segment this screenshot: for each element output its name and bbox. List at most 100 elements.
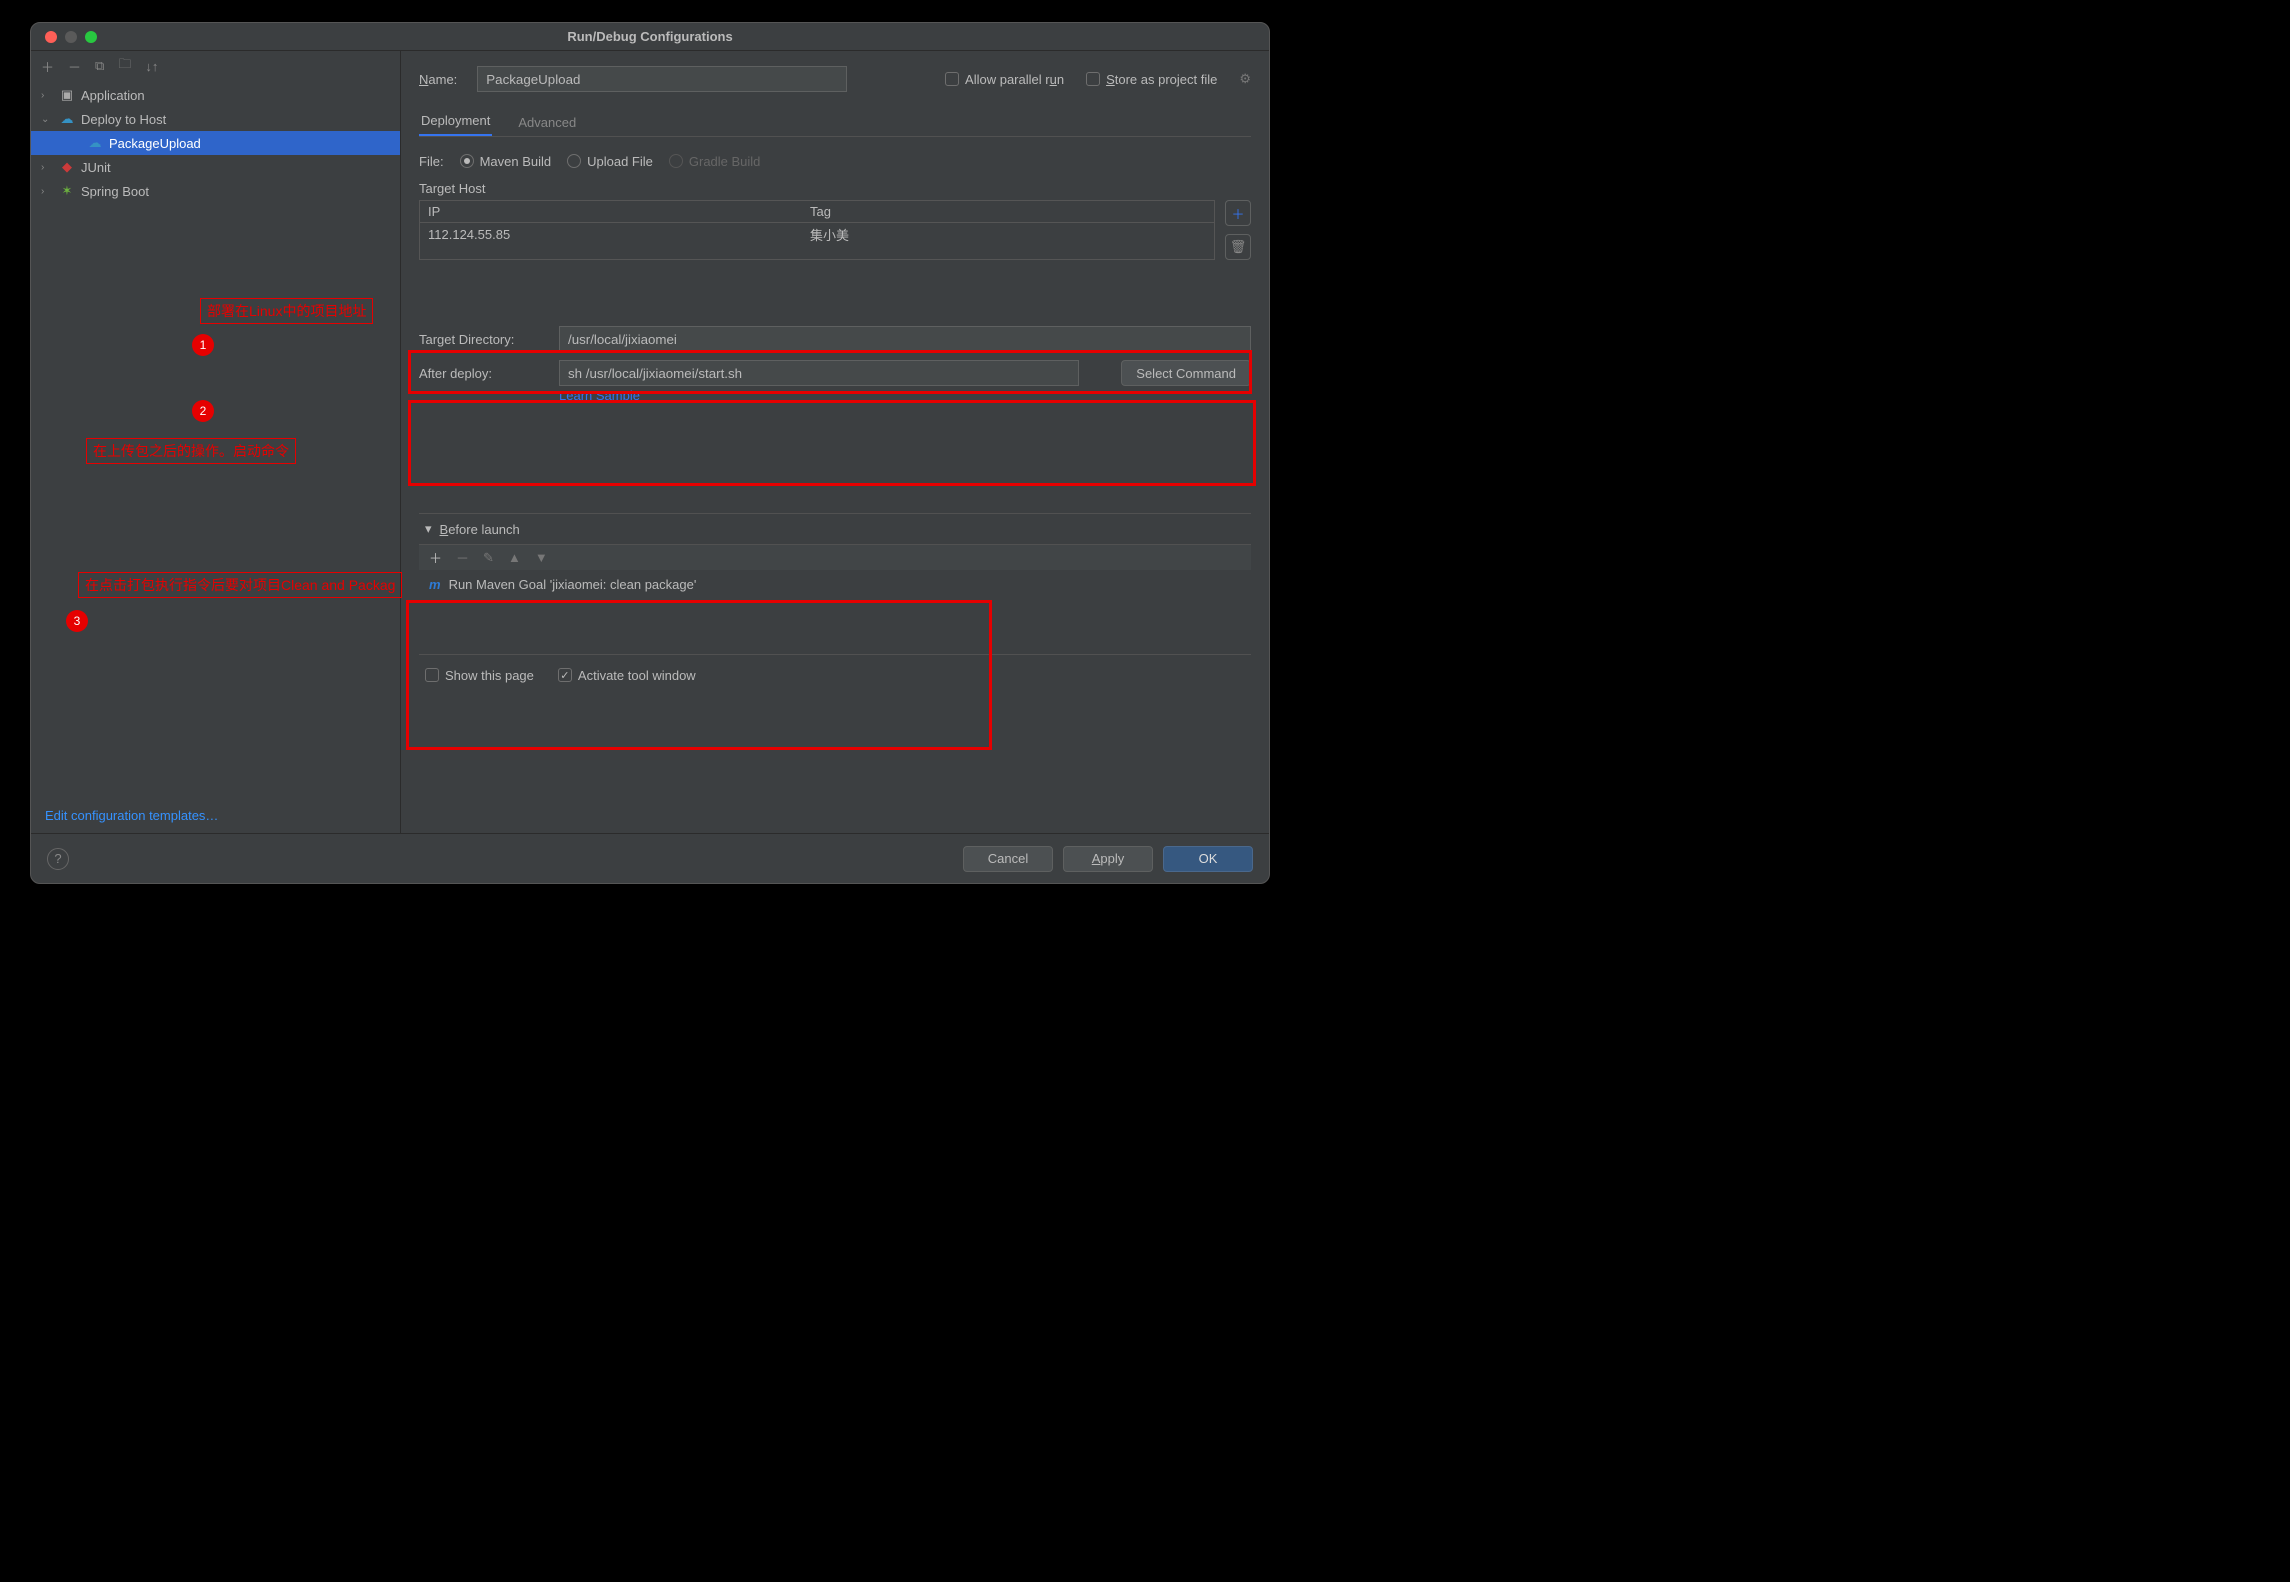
save-config-icon[interactable]: 🗀 bbox=[118, 55, 131, 77]
tree-item-deploy-to-host[interactable]: ⌄ ☁ Deploy to Host bbox=[31, 107, 400, 131]
cloud-upload-icon: ☁ bbox=[59, 111, 75, 127]
name-label: Name: bbox=[419, 72, 457, 87]
minimize-window-icon[interactable] bbox=[65, 31, 77, 43]
tab-deployment[interactable]: Deployment bbox=[419, 107, 492, 136]
remove-config-icon[interactable]: － bbox=[68, 57, 81, 76]
gear-icon[interactable]: ⚙ bbox=[1239, 71, 1251, 87]
tab-advanced[interactable]: Advanced bbox=[516, 109, 578, 136]
cell-ip: 112.124.55.85 bbox=[420, 227, 810, 242]
before-launch-task-row[interactable]: m Run Maven Goal 'jixiaomei: clean packa… bbox=[419, 570, 1251, 598]
spring-boot-icon: ✶ bbox=[59, 183, 75, 199]
learn-sample-link[interactable]: Learn Sample bbox=[559, 388, 640, 403]
before-launch-section: ▾ Before launch ＋ － ✎ ▲ ▼ m Run Maven Go… bbox=[419, 513, 1251, 655]
add-task-icon[interactable]: ＋ bbox=[429, 548, 442, 567]
move-down-icon[interactable]: ▼ bbox=[535, 550, 548, 565]
annotation-2-text: 在上传包之后的操作。启动命令 bbox=[86, 438, 296, 464]
annotation-3-text: 在点击打包执行指令后要对项目Clean and Packag bbox=[78, 572, 402, 598]
application-icon: ▣ bbox=[59, 87, 75, 103]
show-this-page-checkbox[interactable]: Show this page bbox=[425, 668, 534, 683]
close-window-icon[interactable] bbox=[45, 31, 57, 43]
target-directory-label: Target Directory: bbox=[419, 332, 547, 347]
copy-config-icon[interactable]: ⧉ bbox=[95, 58, 104, 74]
junit-icon: ◆ bbox=[59, 159, 75, 175]
sidebar-toolbar: ＋ － ⧉ 🗀 ↓↑ bbox=[31, 51, 400, 81]
cancel-button[interactable]: Cancel bbox=[963, 846, 1053, 872]
tree-label: Deploy to Host bbox=[81, 112, 166, 127]
sidebar-footer: Edit configuration templates… bbox=[31, 798, 400, 833]
config-tabs: Deployment Advanced bbox=[419, 107, 1251, 137]
checkbox-label: Activate tool window bbox=[578, 668, 696, 683]
before-launch-toolbar: ＋ － ✎ ▲ ▼ bbox=[419, 544, 1251, 570]
window-traffic-lights bbox=[31, 31, 97, 43]
cell-tag: 集小美 bbox=[810, 225, 1214, 244]
annotation-badge-1: 1 bbox=[192, 334, 214, 356]
target-host-area: IP Tag 112.124.55.85 集小美 ＋ 🗑 bbox=[419, 200, 1251, 260]
target-directory-input[interactable] bbox=[559, 326, 1251, 352]
before-launch-label: Before launch bbox=[440, 522, 520, 537]
chevron-down-icon: ⌄ bbox=[41, 114, 53, 125]
select-command-button[interactable]: Select Command bbox=[1121, 360, 1251, 386]
help-button[interactable]: ? bbox=[47, 848, 69, 870]
zoom-window-icon[interactable] bbox=[85, 31, 97, 43]
radio-gradle-build: Gradle Build bbox=[669, 154, 761, 169]
target-host-table[interactable]: IP Tag 112.124.55.85 集小美 bbox=[419, 200, 1215, 260]
annotation-badge-2: 2 bbox=[192, 400, 214, 422]
config-main: Name: Allow parallel run Store as projec… bbox=[401, 51, 1269, 833]
edit-task-icon[interactable]: ✎ bbox=[483, 550, 494, 566]
radio-icon bbox=[669, 154, 683, 168]
sort-config-icon[interactable]: ↓↑ bbox=[145, 59, 158, 74]
tree-item-application[interactable]: › ▣ Application bbox=[31, 83, 400, 107]
after-deploy-input[interactable] bbox=[559, 360, 1079, 386]
cloud-upload-icon: ☁ bbox=[87, 135, 103, 151]
tree-label: Application bbox=[81, 88, 145, 103]
checkbox-label: Store as project file bbox=[1106, 72, 1217, 87]
apply-button[interactable]: Apply bbox=[1063, 846, 1153, 872]
allow-parallel-checkbox[interactable]: Allow parallel run bbox=[945, 72, 1064, 87]
activate-tool-window-checkbox[interactable]: Activate tool window bbox=[558, 668, 696, 683]
annotation-1-text: 部署在Linux中的项目地址 bbox=[200, 298, 373, 324]
checkbox-icon bbox=[558, 668, 572, 682]
chevron-right-icon: › bbox=[41, 162, 53, 173]
checkbox-icon bbox=[1086, 72, 1100, 86]
add-config-icon[interactable]: ＋ bbox=[41, 57, 54, 76]
checkbox-label: Allow parallel run bbox=[965, 72, 1064, 87]
col-ip: IP bbox=[420, 204, 810, 219]
ok-button[interactable]: OK bbox=[1163, 846, 1253, 872]
checkbox-icon bbox=[425, 668, 439, 682]
tree-label: Spring Boot bbox=[81, 184, 149, 199]
before-launch-header[interactable]: ▾ Before launch bbox=[419, 514, 1251, 544]
tree-label: PackageUpload bbox=[109, 136, 201, 151]
add-host-button[interactable]: ＋ bbox=[1225, 200, 1251, 226]
radio-upload-file[interactable]: Upload File bbox=[567, 154, 653, 169]
radio-icon bbox=[567, 154, 581, 168]
store-as-project-checkbox[interactable]: Store as project file bbox=[1086, 72, 1217, 87]
tree-item-packageupload[interactable]: ☁ PackageUpload bbox=[31, 131, 400, 155]
remove-task-icon[interactable]: － bbox=[456, 548, 469, 567]
move-up-icon[interactable]: ▲ bbox=[508, 550, 521, 565]
radio-label: Maven Build bbox=[480, 154, 552, 169]
dialog-footer: ? Cancel Apply OK bbox=[31, 833, 1269, 883]
annotation-badge-3: 3 bbox=[66, 610, 88, 632]
edit-templates-link[interactable]: Edit configuration templates… bbox=[45, 808, 218, 823]
checkbox-icon bbox=[945, 72, 959, 86]
radio-icon bbox=[460, 154, 474, 168]
after-deploy-label: After deploy: bbox=[419, 366, 547, 381]
titlebar: Run/Debug Configurations bbox=[31, 23, 1269, 51]
radio-maven-build[interactable]: Maven Build bbox=[460, 154, 552, 169]
table-row[interactable]: 112.124.55.85 集小美 bbox=[420, 223, 1214, 245]
target-directory-row: Target Directory: bbox=[419, 326, 1251, 352]
col-tag: Tag bbox=[810, 204, 1214, 219]
host-buttons: ＋ 🗑 bbox=[1225, 200, 1251, 260]
delete-host-button[interactable]: 🗑 bbox=[1225, 234, 1251, 260]
file-label: File: bbox=[419, 154, 444, 169]
dialog-title: Run/Debug Configurations bbox=[31, 29, 1269, 44]
radio-label: Upload File bbox=[587, 154, 653, 169]
tree-label: JUnit bbox=[81, 160, 111, 175]
name-row: Name: Allow parallel run Store as projec… bbox=[419, 51, 1251, 107]
tree-item-spring-boot[interactable]: › ✶ Spring Boot bbox=[31, 179, 400, 203]
name-input[interactable] bbox=[477, 66, 847, 92]
tree-item-junit[interactable]: › ◆ JUnit bbox=[31, 155, 400, 179]
after-deploy-row: After deploy: Select Command bbox=[419, 360, 1251, 386]
radio-label: Gradle Build bbox=[689, 154, 761, 169]
task-label: Run Maven Goal 'jixiaomei: clean package… bbox=[449, 577, 697, 592]
